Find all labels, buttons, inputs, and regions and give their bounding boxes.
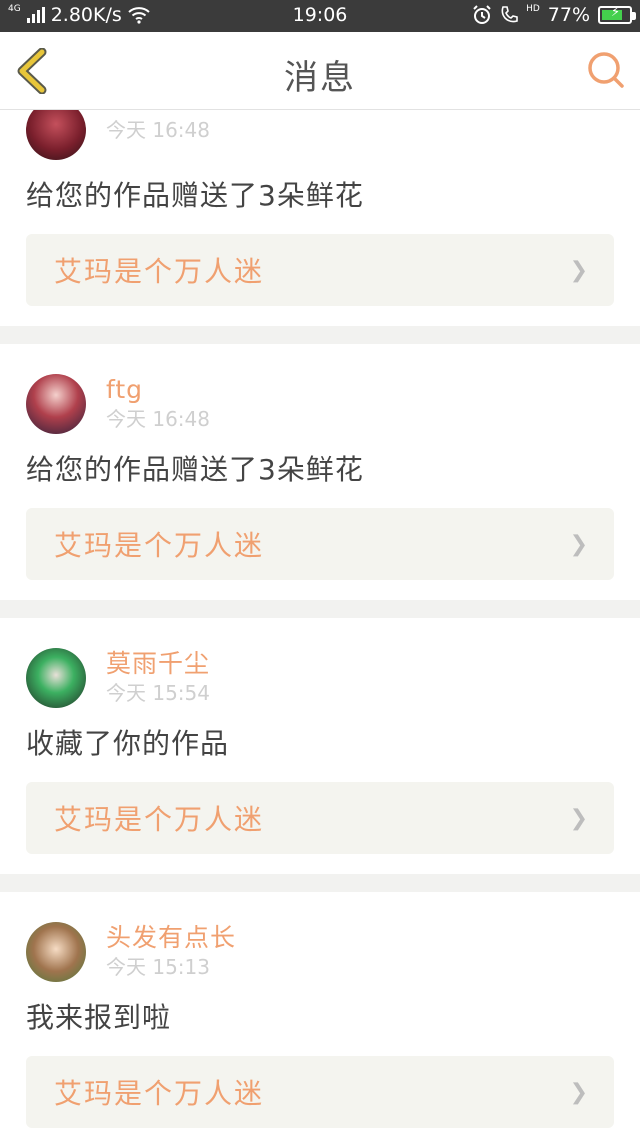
chevron-right-icon: ❯	[569, 531, 588, 557]
work-link[interactable]: 艾玛是个万人迷 ❯	[26, 782, 614, 854]
message-card: 头发有点长 今天 15:13 我来报到啦 艾玛是个万人迷 ❯	[0, 892, 640, 1138]
avatar[interactable]	[26, 922, 86, 982]
message-card: ftg 今天 16:48 给您的作品赠送了3朵鲜花 艾玛是个万人迷 ❯	[0, 344, 640, 600]
work-title: 艾玛是个万人迷	[54, 255, 265, 288]
chevron-right-icon: ❯	[569, 257, 588, 283]
sender-name[interactable]: 头发有点长	[106, 923, 236, 953]
alarm-icon	[473, 5, 491, 24]
sender-name[interactable]: 莫雨千尘	[106, 649, 210, 679]
hd-label: HD	[526, 3, 540, 14]
avatar[interactable]	[26, 374, 86, 434]
message-text: 给您的作品赠送了3朵鲜花	[26, 179, 364, 212]
sender-name[interactable]: ftg	[106, 375, 210, 405]
search-icon	[588, 52, 624, 88]
message-feed[interactable]: 今天 16:48 给您的作品赠送了3朵鲜花 艾玛是个万人迷 ❯ ftg 今天 1…	[0, 110, 640, 1138]
message-list: 今天 16:48 给您的作品赠送了3朵鲜花 艾玛是个万人迷 ❯ ftg 今天 1…	[0, 110, 640, 1138]
work-link[interactable]: 艾玛是个万人迷 ❯	[26, 508, 614, 580]
work-title: 艾玛是个万人迷	[54, 529, 265, 562]
battery-cap	[632, 12, 636, 20]
message-header: 莫雨千尘 今天 15:54	[26, 646, 614, 710]
charging-icon: ⚡	[611, 5, 621, 20]
message-text: 我来报到啦	[26, 1001, 172, 1034]
work-title: 艾玛是个万人迷	[54, 803, 265, 836]
battery-icon: ⚡	[598, 5, 636, 24]
message-time: 今天 16:48	[106, 407, 210, 431]
chevron-right-icon: ❯	[569, 805, 588, 831]
message-time: 今天 15:54	[106, 681, 210, 705]
message-card: 莫雨千尘 今天 15:54 收藏了你的作品 艾玛是个万人迷 ❯	[0, 618, 640, 874]
search-button[interactable]	[586, 50, 626, 90]
message-text: 给您的作品赠送了3朵鲜花	[26, 453, 364, 486]
avatar[interactable]	[26, 110, 86, 160]
message-meta: ftg 今天 16:48	[106, 375, 210, 433]
status-right: HD 77% ⚡	[472, 3, 636, 26]
message-time: 今天 15:13	[106, 955, 210, 979]
message-card: 今天 16:48 给您的作品赠送了3朵鲜花 艾玛是个万人迷 ❯	[0, 110, 640, 326]
header: 消息	[0, 32, 640, 110]
message-header: 头发有点长 今天 15:13	[26, 920, 614, 984]
message-header: ftg 今天 16:48	[26, 372, 614, 436]
message-meta: 头发有点长 今天 15:13	[106, 923, 236, 981]
page-title: 消息	[284, 58, 356, 98]
message-text: 收藏了你的作品	[26, 727, 230, 760]
message-time: 今天 16:48	[106, 118, 210, 142]
work-title: 艾玛是个万人迷	[54, 1077, 265, 1110]
work-link[interactable]: 艾玛是个万人迷 ❯	[26, 1056, 614, 1128]
chevron-right-icon: ❯	[569, 1079, 588, 1105]
battery-percent: 77%	[547, 4, 590, 26]
message-meta: 今天 16:48	[106, 116, 210, 144]
message-meta: 莫雨千尘 今天 15:54	[106, 649, 210, 707]
avatar[interactable]	[26, 648, 86, 708]
status-bar: 4G 2.80K/s 19:06 HD 77% ⚡	[0, 0, 640, 32]
phone-icon	[501, 6, 518, 23]
work-link[interactable]: 艾玛是个万人迷 ❯	[26, 234, 614, 306]
message-header: 今天 16:48	[26, 110, 614, 162]
